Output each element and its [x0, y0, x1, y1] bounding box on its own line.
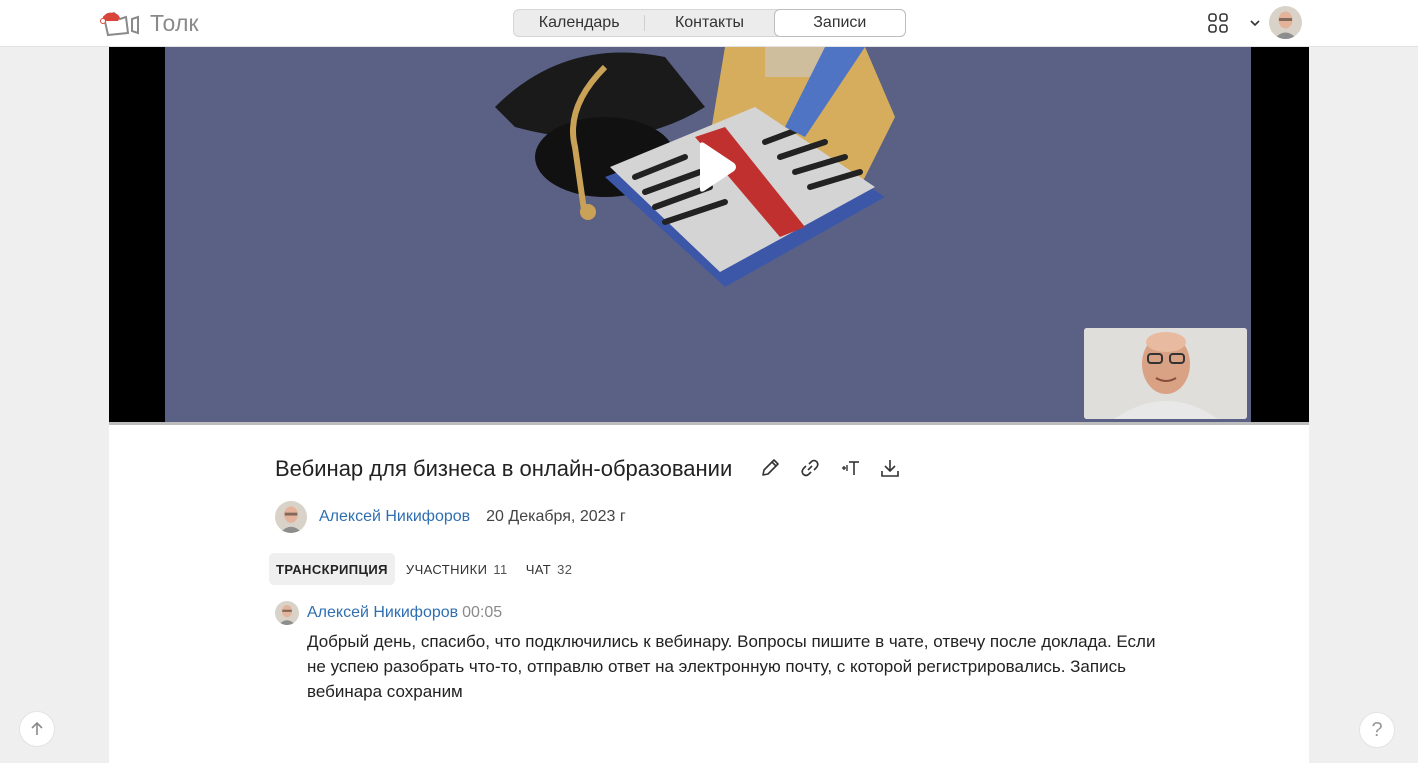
help-icon: ? [1371, 718, 1383, 741]
main-nav-tabs: Календарь Контакты Записи [513, 9, 906, 37]
text-size-icon[interactable] [839, 457, 861, 479]
tab-participants-label: УЧАСТНИКИ [405, 561, 488, 577]
recording-panel: Вебинар для бизнеса в онлайн-образовании [109, 47, 1309, 763]
logo-icon [100, 11, 139, 37]
tab-recordings[interactable]: Записи [773, 9, 906, 37]
recording-actions [759, 457, 901, 479]
transcript-entry: Алексей Никифоров 00:05 Добрый день, спа… [275, 601, 1175, 704]
author-avatar[interactable] [275, 500, 307, 533]
transcript-entry-header: Алексей Никифоров 00:05 [275, 601, 1175, 625]
user-avatar[interactable] [1269, 6, 1302, 39]
play-icon[interactable] [684, 137, 744, 197]
video-player[interactable] [109, 47, 1309, 422]
arrow-up-icon [31, 721, 43, 735]
scroll-top-button[interactable] [19, 711, 55, 747]
help-button[interactable]: ? [1359, 712, 1395, 748]
speaker-image [1084, 328, 1247, 419]
tab-chat[interactable]: ЧАТ 32 [519, 553, 580, 585]
speaker-thumbnail[interactable] [1084, 328, 1247, 419]
chevron-down-icon[interactable] [1249, 17, 1261, 29]
top-bar: Толк Календарь Контакты Записи [0, 0, 1418, 47]
chat-count: 32 [557, 561, 573, 577]
recording-title-row: Вебинар для бизнеса в онлайн-образовании [275, 455, 732, 483]
recording-title: Вебинар для бизнеса в онлайн-образовании [275, 456, 733, 481]
content-tabs: ТРАНСКРИПЦИЯ УЧАСТНИКИ 11 ЧАТ 32 [269, 553, 579, 585]
author-avatar-image [275, 500, 307, 533]
tab-transcript[interactable]: ТРАНСКРИПЦИЯ [269, 553, 395, 585]
download-icon[interactable] [879, 457, 901, 479]
speaker-avatar[interactable] [275, 601, 299, 625]
recording-meta: Алексей Никифоров 20 Декабря, 2023 г [275, 500, 626, 533]
app-logo[interactable]: Толк [100, 6, 199, 40]
link-icon[interactable] [799, 457, 821, 479]
avatar-image [1269, 6, 1302, 39]
tab-calendar[interactable]: Календарь [514, 10, 644, 36]
app-name: Толк [150, 9, 199, 36]
recording-date: 20 Декабря, 2023 г [486, 507, 626, 525]
pencil-icon[interactable] [759, 457, 781, 479]
tab-contacts[interactable]: Контакты [644, 10, 774, 36]
tab-transcript-label: ТРАНСКРИПЦИЯ [276, 561, 388, 577]
transcript-speaker-name[interactable]: Алексей Никифоров [307, 604, 458, 622]
transcript-text: Добрый день, спасибо, что подключились к… [307, 632, 1156, 701]
speaker-avatar-image [275, 601, 299, 625]
tab-chat-label: ЧАТ [525, 561, 552, 577]
author-link[interactable]: Алексей Никифоров [319, 508, 470, 526]
video-progress-bar[interactable] [109, 422, 1309, 425]
transcript-timestamp[interactable]: 00:05 [462, 604, 502, 622]
tab-participants[interactable]: УЧАСТНИКИ 11 [399, 553, 515, 585]
apps-grid-icon[interactable] [1207, 12, 1229, 34]
participants-count: 11 [493, 561, 508, 577]
